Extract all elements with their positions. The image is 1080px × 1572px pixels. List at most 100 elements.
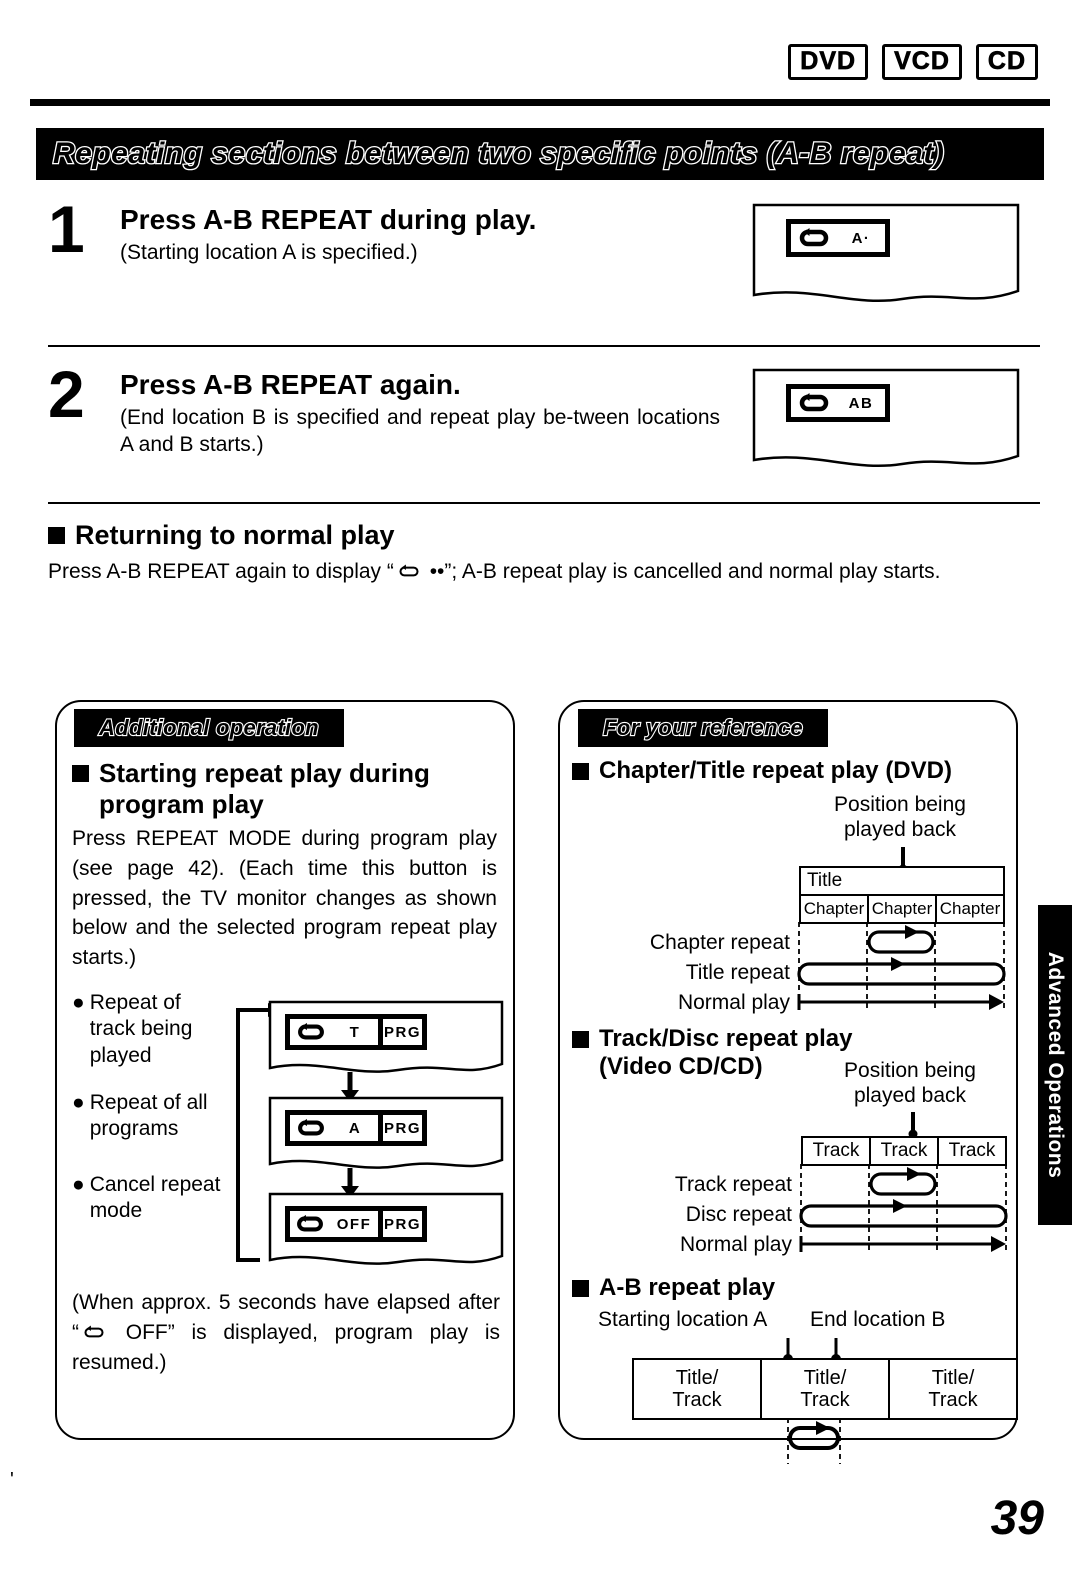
- step-divider-2: [48, 502, 1040, 504]
- marker-a-label: Starting location A: [598, 1308, 768, 1331]
- section-title: Repeating sections between two specific …: [52, 136, 945, 172]
- chapter-cell-2: Chapter: [867, 894, 937, 924]
- chapter-cell-3: Chapter: [935, 894, 1005, 924]
- marker-b-label: End location B: [810, 1308, 946, 1331]
- repeat-icon: [791, 224, 837, 252]
- ab-cell-3-line2: Track: [928, 1389, 978, 1411]
- repeat-icon: [290, 1019, 332, 1045]
- bullet-1-line3: played: [89, 1043, 152, 1067]
- osd-mode-label: A: [348, 1119, 362, 1137]
- track-repeat-label: Track repeat: [674, 1173, 792, 1196]
- position-label-2-line2: played back: [853, 1084, 967, 1108]
- section-banner: Repeating sections between two specific …: [36, 128, 1044, 180]
- additional-operation-tag-label: Additional operation: [98, 714, 320, 741]
- header-rule: [30, 99, 1050, 106]
- track-disc-heading-line1: Track/Disc repeat play: [599, 1025, 853, 1052]
- ab-repeat-section-heading-row: A-B repeat play: [572, 1274, 775, 1302]
- ab-cell-3: Title/ Track: [888, 1358, 1018, 1420]
- square-bullet-icon: [572, 1279, 589, 1297]
- osd-display-step1-text: A·: [851, 229, 871, 247]
- position-label-1-line2: played back: [843, 818, 957, 842]
- normal-play-label-1: Normal play: [677, 991, 790, 1014]
- ab-cell-1-line1: Title/: [675, 1366, 719, 1389]
- media-badge-row: DVD VCD CD: [788, 44, 1038, 80]
- bullet-3-line1: Cancel repeat: [89, 1173, 221, 1196]
- square-bullet-icon: [572, 1031, 589, 1048]
- square-bullet-icon: [48, 527, 65, 544]
- repeat-icon: [290, 1211, 330, 1237]
- track-cell-2: Track: [869, 1136, 939, 1166]
- media-badge-cd: CD: [975, 44, 1038, 80]
- manual-page: DVD VCD CD Repeating sections between tw…: [0, 0, 1080, 1572]
- left-panel-bullet-1: ● Repeat of track being played: [72, 990, 247, 1069]
- osd-prg-label: PRG: [383, 1215, 421, 1233]
- media-badge-vcd-label: VCD: [894, 47, 950, 75]
- step-2-number: 2: [48, 357, 85, 431]
- ab-cell-3-line1: Title/: [931, 1366, 975, 1389]
- disc-repeat-label: Disc repeat: [685, 1203, 792, 1226]
- ab-cell-1: Title/ Track: [632, 1358, 762, 1420]
- normal-play-block: Returning to normal play Press A-B REPEA…: [48, 520, 1033, 586]
- for-your-reference-tag: For your reference: [578, 709, 828, 747]
- bullet-3-text: Cancel repeat mode: [90, 1172, 221, 1225]
- chapter-title-repeat-diagram: [797, 922, 1006, 1012]
- ab-repeat-loop-icon: [787, 1418, 841, 1464]
- repeat-icon: [399, 564, 419, 577]
- bullet-3-line2: mode: [89, 1199, 143, 1223]
- media-badge-cd-label: CD: [987, 47, 1026, 75]
- left-panel-body: Press REPEAT MODE during program play (s…: [72, 827, 497, 970]
- title-repeat-label: Title repeat: [685, 961, 790, 984]
- bullet-2-text: Repeat of all programs: [90, 1090, 208, 1143]
- chapter-cell-1: Chapter: [799, 894, 869, 924]
- square-bullet-icon: [72, 765, 89, 782]
- position-label-2-line1: Position being: [844, 1059, 976, 1082]
- osd-display-step2-text: AB: [848, 394, 874, 412]
- left-panel-footer-after: OFF” is displayed, program play is resum…: [72, 1320, 500, 1374]
- left-panel-heading: Starting repeat play during program play: [99, 758, 430, 820]
- ab-cell-2: Title/ Track: [760, 1358, 890, 1420]
- step-1-number: 1: [48, 192, 85, 266]
- left-panel-footer: (When approx. 5 seconds have elapsed aft…: [72, 1288, 500, 1377]
- normal-play-heading-row: Returning to normal play: [48, 520, 1033, 551]
- normal-play-text: Press A-B REPEAT again to display “ ••”;…: [48, 557, 1033, 586]
- step-2-subtitle: (End location B is specified and repeat …: [120, 406, 720, 457]
- track-cell-1: Track: [801, 1136, 871, 1166]
- chapter-title-section-heading-row: Chapter/Title repeat play (DVD): [572, 757, 952, 785]
- media-badge-dvd: DVD: [788, 44, 869, 80]
- side-tab-advanced-operations: Advanced Operations: [1038, 905, 1072, 1225]
- osd-display-step2: AB: [786, 384, 890, 422]
- osd-prg-label: PRG: [383, 1023, 421, 1041]
- osd-display-step1: A·: [786, 219, 890, 257]
- left-panel-heading-line1: Starting repeat play during: [99, 758, 430, 788]
- media-badge-vcd: VCD: [882, 44, 962, 80]
- osd-display-repeat-track: T PRG: [285, 1014, 427, 1050]
- step-divider-1: [48, 345, 1040, 347]
- for-your-reference-tag-label: For your reference: [602, 714, 804, 741]
- bullet-2-line1: Repeat of all: [89, 1091, 208, 1114]
- repeat-icon: [84, 1325, 104, 1338]
- bullet-2-line2: programs: [89, 1117, 179, 1141]
- step-1-subtitle: (Starting location A is specified.): [120, 241, 418, 265]
- ab-cell-2-line1: Title/: [803, 1366, 847, 1389]
- ab-cell-1-line2: Track: [672, 1389, 722, 1411]
- position-label-1-line1: Position being: [834, 793, 966, 816]
- left-panel-heading-row: Starting repeat play during program play: [72, 758, 497, 820]
- normal-play-text-before: Press A-B REPEAT again to display “: [48, 560, 394, 583]
- track-disc-heading-line2: (Video CD/CD): [599, 1053, 763, 1080]
- step-2-title: Press A-B REPEAT again.: [120, 369, 461, 400]
- square-bullet-icon: [572, 762, 589, 780]
- left-panel-heading-line2: program play: [99, 789, 264, 819]
- normal-play-text-after: ••”; A-B repeat play is cancelled and no…: [423, 560, 941, 583]
- normal-play-heading: Returning to normal play: [75, 520, 395, 550]
- side-tab-label: Advanced Operations: [1044, 951, 1067, 1179]
- position-label-2: Position being played back: [810, 1058, 1010, 1108]
- bullet-marker: ●: [72, 1173, 85, 1196]
- step-1-title: Press A-B REPEAT during play.: [120, 204, 537, 235]
- osd-mode-label: OFF: [336, 1215, 372, 1233]
- left-panel-content: Starting repeat play during program play…: [72, 758, 497, 973]
- ab-repeat-section-heading: A-B repeat play: [599, 1274, 776, 1301]
- bullet-1-line2: track being: [89, 1017, 193, 1041]
- osd-display-repeat-off: OFF PRG: [285, 1206, 427, 1242]
- repeat-icon: [791, 389, 837, 417]
- page-number: 39: [990, 1492, 1044, 1545]
